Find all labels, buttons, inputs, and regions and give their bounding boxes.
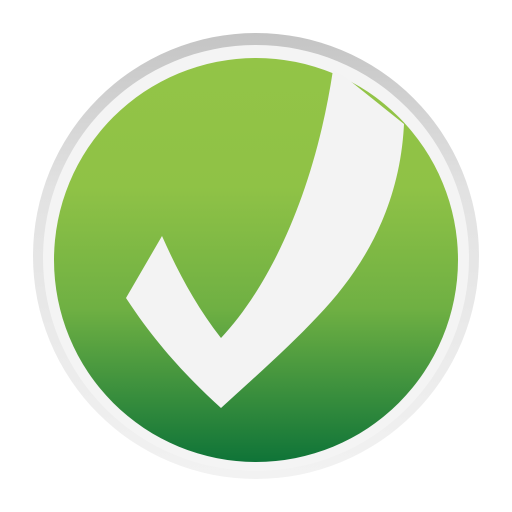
app-icon — [0, 0, 512, 512]
checkmark-badge-icon — [33, 33, 479, 479]
green-disc — [54, 58, 458, 462]
